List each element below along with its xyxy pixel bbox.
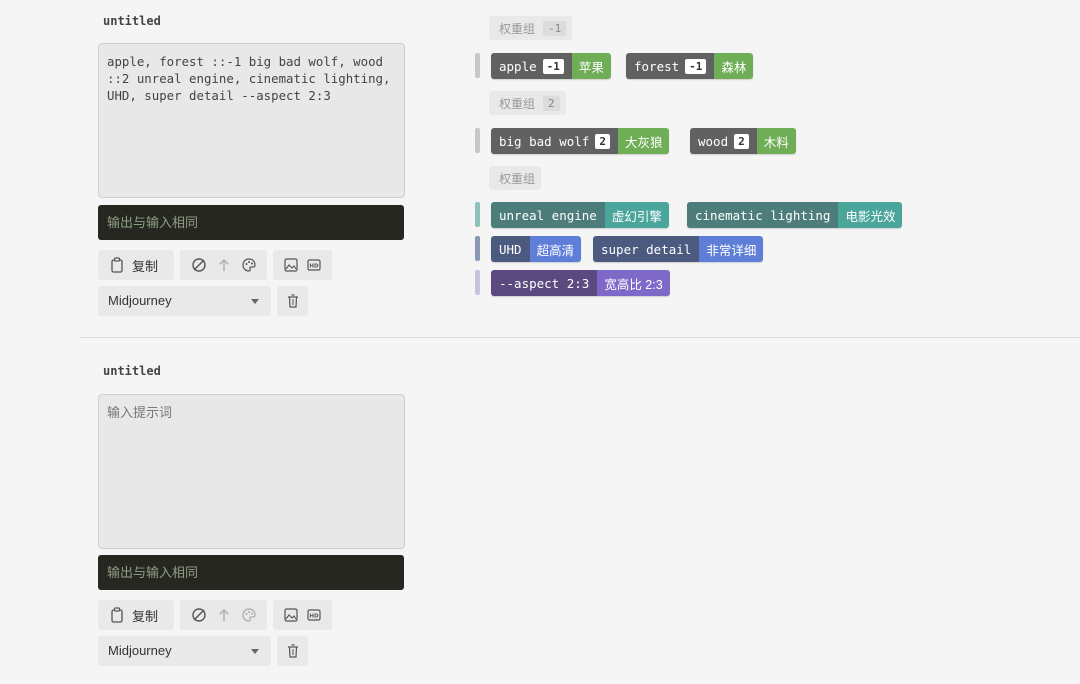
tag-zh: 电影光效 xyxy=(838,202,903,228)
group-bar-purple xyxy=(475,270,480,295)
palette-icon[interactable] xyxy=(241,257,257,273)
model-select[interactable]: Midjourney xyxy=(98,636,271,666)
tag-aspect[interactable]: --aspect 2:3 宽高比 2:3 xyxy=(491,270,670,296)
tag-cinematic-lighting[interactable]: cinematic lighting 电影光效 xyxy=(687,202,903,228)
weight-group-label: 权重组 xyxy=(489,166,542,190)
panel-title: untitled xyxy=(103,364,161,378)
tag-en: forest xyxy=(634,58,680,74)
weight-group-value: -1 xyxy=(543,20,567,36)
group-bar-blue xyxy=(475,236,480,261)
output-field[interactable]: 输出与输入相同 xyxy=(98,555,404,590)
hd-icon[interactable]: HD xyxy=(307,608,321,622)
trash-icon xyxy=(287,644,299,658)
model-select-value: Midjourney xyxy=(108,643,172,658)
tag-en: --aspect 2:3 xyxy=(491,270,598,296)
tag-en: cinematic lighting xyxy=(687,202,839,228)
weight-group-name: 权重组 xyxy=(499,21,536,36)
weight-group-name: 权重组 xyxy=(499,171,536,186)
tag-zh: 宽高比 2:3 xyxy=(597,270,670,296)
tag-wood[interactable]: wood 2 木料 xyxy=(690,128,796,154)
weight-group-label: 权重组 -1 xyxy=(489,16,573,40)
tag-zh: 苹果 xyxy=(571,53,611,79)
tool-buttons xyxy=(180,600,267,630)
tag-big-bad-wolf[interactable]: big bad wolf 2 大灰狼 xyxy=(491,128,670,154)
clear-icon[interactable] xyxy=(191,607,207,623)
tag-weight: 2 xyxy=(595,133,610,149)
copy-button[interactable]: 复制 xyxy=(98,600,174,630)
tool-buttons xyxy=(180,250,267,280)
prompt-panel-2: untitled 输入提示词 输出与输入相同 复制 HD Midjourney xyxy=(0,338,1080,684)
tag-zh: 非常详细 xyxy=(699,236,764,262)
svg-text:HD: HD xyxy=(310,614,320,620)
group-bar-teal xyxy=(475,202,480,227)
tag-unreal-engine[interactable]: unreal engine 虚幻引擎 xyxy=(491,202,669,228)
model-select[interactable]: Midjourney xyxy=(98,286,271,316)
tag-en: wood xyxy=(698,133,729,149)
chevron-down-icon xyxy=(251,299,259,304)
image-buttons: HD xyxy=(273,600,332,630)
chevron-down-icon xyxy=(251,649,259,654)
delete-button[interactable] xyxy=(277,286,308,316)
tag-en: apple xyxy=(499,58,537,74)
arrow-up-icon[interactable] xyxy=(218,608,230,622)
prompt-input[interactable]: 输入提示词 xyxy=(98,394,405,549)
tag-en: big bad wolf xyxy=(499,133,590,149)
trash-icon xyxy=(287,294,299,308)
tag-apple[interactable]: apple -1 苹果 xyxy=(491,53,611,79)
tag-en: unreal engine xyxy=(491,202,605,228)
tag-weight: 2 xyxy=(734,133,749,149)
tag-zh: 超高清 xyxy=(529,236,582,262)
tag-zh: 大灰狼 xyxy=(617,128,670,154)
copy-button[interactable]: 复制 xyxy=(98,250,174,280)
prompt-panel-1: untitled apple, forest ::-1 big bad wolf… xyxy=(0,0,1080,337)
tag-zh: 虚幻引擎 xyxy=(604,202,669,228)
copy-label: 复制 xyxy=(132,608,159,624)
clipboard-icon xyxy=(110,607,124,623)
image-icon[interactable] xyxy=(284,258,298,272)
tag-weight: -1 xyxy=(685,58,707,74)
palette-icon[interactable] xyxy=(241,607,257,623)
panel-title: untitled xyxy=(103,14,161,28)
tag-forest[interactable]: forest -1 森林 xyxy=(626,53,754,79)
clear-icon[interactable] xyxy=(191,257,207,273)
model-select-value: Midjourney xyxy=(108,293,172,308)
tag-en: UHD xyxy=(491,236,530,262)
hd-icon[interactable]: HD xyxy=(307,258,321,272)
tag-zh: 森林 xyxy=(714,53,754,79)
delete-button[interactable] xyxy=(277,636,308,666)
group-bar xyxy=(475,53,480,78)
image-icon[interactable] xyxy=(284,608,298,622)
tag-weight: -1 xyxy=(542,58,564,74)
group-bar xyxy=(475,128,480,153)
tag-super-detail[interactable]: super detail 非常详细 xyxy=(593,236,764,262)
tag-en: super detail xyxy=(593,236,700,262)
tag-zh: 木料 xyxy=(756,128,796,154)
weight-group-name: 权重组 xyxy=(499,96,536,111)
prompt-input[interactable]: apple, forest ::-1 big bad wolf, wood ::… xyxy=(98,43,405,198)
output-field[interactable]: 输出与输入相同 xyxy=(98,205,404,240)
arrow-up-icon[interactable] xyxy=(218,258,230,272)
copy-label: 复制 xyxy=(132,258,159,274)
image-buttons: HD xyxy=(273,250,332,280)
svg-text:HD: HD xyxy=(310,264,320,270)
weight-group-label: 权重组 2 xyxy=(489,91,566,115)
weight-group-value: 2 xyxy=(543,95,560,111)
clipboard-icon xyxy=(110,257,124,273)
tag-uhd[interactable]: UHD 超高清 xyxy=(491,236,582,262)
